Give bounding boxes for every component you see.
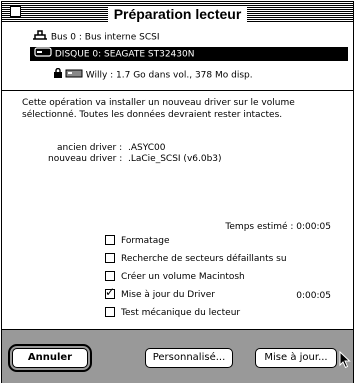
option-label: Test mécanique du lecteur (121, 308, 241, 318)
hard-disk-icon (34, 47, 52, 61)
checkbox[interactable] (105, 271, 115, 281)
lock-icon (54, 67, 62, 82)
option-mechanical-test[interactable]: Test mécanique du lecteur (105, 307, 240, 320)
device-list: Bus 0 : Bus interne SCSI DISQUE 0: SEAGA… (6, 24, 349, 90)
update-button[interactable]: Mise à jour... (255, 348, 337, 368)
checkbox[interactable] (105, 235, 115, 245)
option-label: Formatage (121, 236, 170, 246)
option-bad-sectors[interactable]: Recherche de secteurs défaillants su (105, 253, 287, 266)
time-estimate-label: Temps estimé : (225, 222, 294, 232)
option-label: Créer un volume Macintosh (121, 272, 245, 282)
button-bar: Annuler Personnalisé... Mise à jour... (2, 329, 353, 383)
option-label: Mise à jour du Driver (121, 290, 215, 300)
disk-row-selected[interactable]: DISQUE 0: SEAGATE ST32430N (30, 47, 348, 61)
old-driver-value: .ASYC00 (128, 143, 166, 153)
scsi-bus-icon (32, 29, 48, 45)
divider (2, 90, 353, 91)
option-label: Recherche de secteurs défaillants su (121, 254, 287, 264)
bus-label: Bus 0 : Bus interne SCSI (50, 32, 160, 43)
volume-icon (65, 68, 83, 82)
title-bar[interactable]: Préparation lecteur (2, 2, 353, 22)
checkbox[interactable] (105, 307, 115, 317)
volume-label: Willy : 1.7 Go dans vol., 378 Mo disp. (85, 70, 253, 81)
option-update-driver[interactable]: Mise à jour du Driver (105, 286, 215, 302)
old-driver-label: ancien driver : (57, 143, 123, 153)
window-title: Préparation lecteur (107, 7, 248, 22)
new-driver-value: .LaCie_SCSI (v6.0b3) (128, 154, 222, 164)
mouse-pointer-icon (339, 350, 351, 373)
option-formatage[interactable]: Formatage (105, 235, 169, 248)
new-driver-label: nouveau driver : (48, 154, 123, 164)
time-estimate-value: 0:00:05 (296, 222, 331, 232)
option-create-volume[interactable]: Créer un volume Macintosh (105, 271, 245, 284)
volume-row[interactable]: Willy : 1.7 Go dans vol., 378 Mo disp. (54, 67, 253, 82)
time-estimate: Temps estimé : 0:00:05 (225, 222, 331, 232)
cancel-button[interactable]: Annuler (8, 344, 92, 372)
description-text: Cette opération va installer un nouveau … (22, 98, 295, 120)
update-driver-time: 0:00:05 (296, 291, 331, 301)
customize-button[interactable]: Personnalisé... (145, 348, 233, 368)
checkbox-checked[interactable] (105, 286, 115, 299)
checkbox[interactable] (105, 253, 115, 263)
preparation-dialog: Préparation lecteur Bus 0 : Bus interne … (1, 1, 354, 383)
disk-label: DISQUE 0: SEAGATE ST32430N (54, 49, 195, 60)
bus-row[interactable]: Bus 0 : Bus interne SCSI (32, 29, 160, 45)
